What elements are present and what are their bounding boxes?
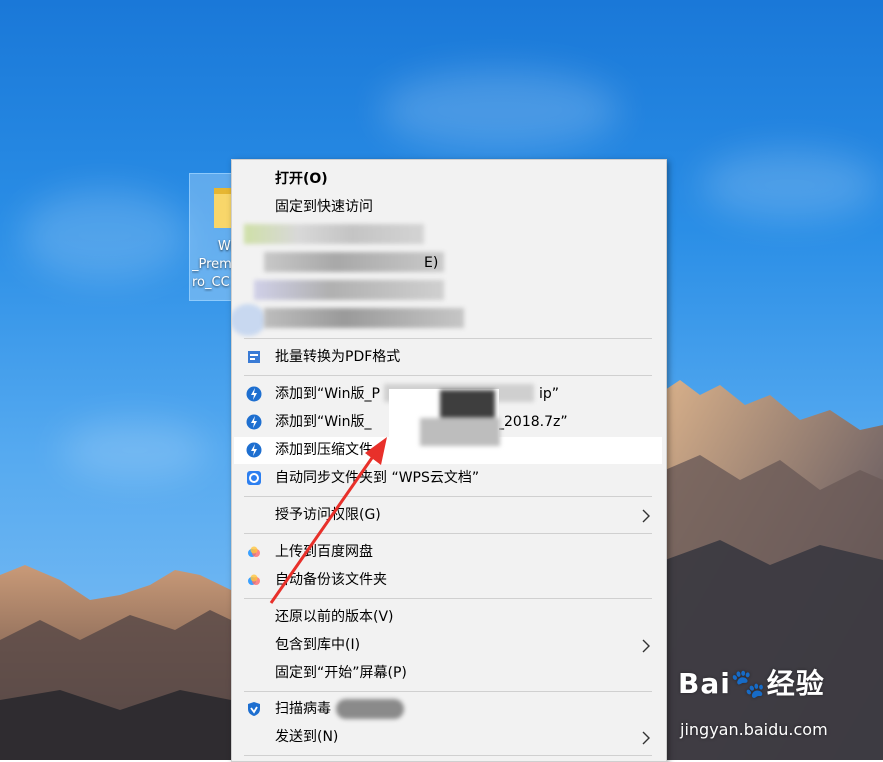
baidu-jingyan-watermark: Bai🐾经验 jingyan.baidu.com [678,662,878,742]
menu-item-send-to[interactable]: 发送到(N) [234,724,662,751]
menu-item-label: 打开(O) [275,171,328,187]
menu-item-batch-pdf[interactable]: 批量转换为PDF格式 [234,344,662,371]
menu-item-grant-access[interactable]: 授予访问权限(G) [234,502,662,529]
menu-item-label: 添加到“Win版_ [275,414,372,430]
context-menu: 打开(O) 固定到快速访问 E) 批量转换为PDF格式 添加到“Win版_P i… [231,159,667,762]
menu-item-label: 上传到百度网盘 [275,544,373,560]
menu-item-label: 添加到压缩文件 [275,442,373,458]
baidu-netdisk-icon [248,574,260,585]
menu-item-label: 授予访问权限(G) [275,507,381,523]
menu-item-label: 自动备份该文件夹 [275,572,387,588]
menu-item-label: 添加到“Win版_P [275,386,380,402]
menu-item-label: E) [424,255,439,271]
folder-label: Wi _Prem ro_CC [192,239,234,290]
menu-item-redacted-4[interactable] [232,304,662,336]
menu-item-wps-sync[interactable]: 自动同步文件夹到 “WPS云文档” [234,465,662,492]
redaction-block [420,418,500,446]
menu-item-redacted-1[interactable] [234,222,662,249]
menu-item-label: 还原以前的版本(V) [275,609,394,625]
chevron-right-icon [642,731,650,745]
menu-item-label: 包含到库中(I) [275,637,361,653]
menu-item-scan-virus[interactable]: 扫描病毒 [234,696,662,723]
redaction-block [440,390,495,418]
baidu-netdisk-icon [248,546,260,557]
pdf-convert-icon [248,351,260,363]
menu-item-pin-quick-access[interactable]: 固定到快速访问 [234,194,662,221]
chevron-right-icon [642,639,650,653]
wps-cloud-icon [247,471,261,485]
menu-item-include-library[interactable]: 包含到库中(I) [234,632,662,659]
menu-item-label: 固定到快速访问 [275,199,373,215]
watermark-url: jingyan.baidu.com [680,720,828,739]
desktop-folder-icon[interactable]: Wi _Prem ro_CC [189,173,235,301]
compress-icon [246,442,262,458]
menu-item-label: 固定到“开始”屏幕(P) [275,665,407,681]
menu-item-auto-backup[interactable]: 自动备份该文件夹 [234,567,662,594]
watermark-logo: Bai🐾经验 [678,667,825,700]
shield-icon [248,702,260,716]
menu-item-label: 发送到(N) [275,729,339,745]
menu-item-pin-start[interactable]: 固定到“开始”屏幕(P) [234,660,662,687]
compress-icon [246,386,262,402]
menu-item-label-tail: _2018.7z” [497,414,568,430]
menu-item-baidu-upload[interactable]: 上传到百度网盘 [234,539,662,566]
menu-item-redacted-2[interactable]: E) [234,250,662,277]
compress-icon [246,414,262,430]
menu-item-open[interactable]: 打开(O) [234,166,662,193]
menu-item-redacted-3[interactable] [234,278,662,305]
chevron-right-icon [642,509,650,523]
menu-item-label: 批量转换为PDF格式 [275,349,401,365]
menu-item-restore-versions[interactable]: 还原以前的版本(V) [234,604,662,631]
menu-item-label: 自动同步文件夹到 “WPS云文档” [275,470,480,486]
menu-item-label: 扫描病毒 [275,701,331,717]
menu-item-label-tail: ip” [539,386,560,402]
